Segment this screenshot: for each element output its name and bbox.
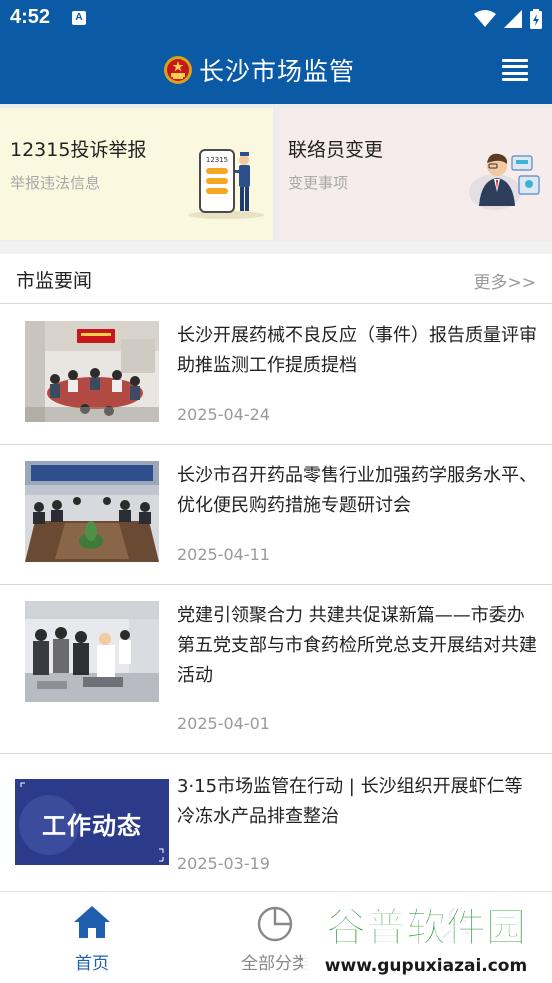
phone-officer-illustration: 12315 xyxy=(188,149,264,219)
nav-home[interactable]: 首页 xyxy=(32,892,152,983)
battery-icon xyxy=(530,9,542,29)
businessman-illustration xyxy=(469,153,540,210)
app-title: 长沙市场监管 xyxy=(199,57,356,86)
menu-icon[interactable] xyxy=(502,59,528,81)
card-subtitle: 举报违法信息 xyxy=(10,174,101,192)
news-title: 3·15市场监管在行动 | 长沙组织开展虾仁等冷冻水产品排查整治 xyxy=(177,776,523,827)
status-time: 4:52 xyxy=(10,6,51,28)
complaint-card[interactable]: 12315投诉举报 举报违法信息 12315 xyxy=(0,108,273,240)
watermark-url: www.gupuxiazai.com xyxy=(325,956,527,976)
watermark-title: 谷普软件园 xyxy=(326,905,526,951)
banner-text: 工作动态 xyxy=(42,811,142,840)
news-section-header: 市监要闻 更多>> xyxy=(0,254,552,304)
news-date: 2025-04-11 xyxy=(177,545,270,564)
news-date: 2025-03-19 xyxy=(177,854,270,873)
news-date: 2025-04-01 xyxy=(177,714,270,733)
pie-chart-icon xyxy=(257,906,293,942)
status-icons xyxy=(474,8,542,30)
phone-screen-text: 12315 xyxy=(206,156,228,164)
news-title: 长沙市召开药品零售行业加强药学服务水平、优化便民购药措施专题研讨会 xyxy=(177,465,537,516)
nav-label: 首页 xyxy=(75,954,109,974)
national-emblem-icon xyxy=(164,56,192,84)
header-title-group: 长沙市场监管 xyxy=(163,52,355,88)
signal-icon xyxy=(504,10,522,28)
news-title: 党建引领聚合力 共建共促谋新篇——市委办第五党支部与市食药检所党总支开展结对共建… xyxy=(177,605,537,686)
liaison-change-card[interactable]: 联络员变更 变更事项 xyxy=(279,108,552,240)
notification-icon: A xyxy=(72,11,86,25)
news-item[interactable]: 党建引领聚合力 共建共促谋新篇——市委办第五党支部与市食药检所党总支开展结对共建… xyxy=(0,585,552,754)
news-item[interactable]: 长沙开展药械不良反应（事件）报告质量评审助推监测工作提质提档 2025-04-2… xyxy=(0,305,552,445)
watermark: 谷普软件园 www.gupuxiazai.com xyxy=(303,893,550,981)
news-item[interactable]: 长沙市召开药品零售行业加强药学服务水平、优化便民购药措施专题研讨会 2025-0… xyxy=(0,445,552,585)
work-dynamics-banner: 工作动态 xyxy=(15,779,169,865)
home-icon xyxy=(74,906,110,938)
laboratory-visit-photo xyxy=(25,601,159,702)
conference-room-photo xyxy=(25,321,159,422)
wifi-icon xyxy=(474,10,496,27)
news-title: 长沙开展药械不良反应（事件）报告质量评审助推监测工作提质提档 xyxy=(177,325,537,376)
section-gap xyxy=(0,242,552,254)
news-date: 2025-04-24 xyxy=(177,405,270,424)
watermark-logo: 谷普软件园 www.gupuxiazai.com xyxy=(303,893,550,981)
status-bar: 4:52 A xyxy=(0,0,552,38)
section-title: 市监要闻 xyxy=(16,270,93,292)
app-header: 长沙市场监管 xyxy=(0,38,552,104)
card-title: 12315投诉举报 xyxy=(10,139,147,161)
card-title: 联络员变更 xyxy=(288,139,384,161)
quick-cards: 12315投诉举报 举报违法信息 12315 联络员变更 变更事项 xyxy=(0,104,552,242)
news-item[interactable]: 工作动态 3·15市场监管在行动 | 长沙组织开展虾仁等冷冻水产品排查整治 20… xyxy=(0,754,552,891)
meeting-table-photo xyxy=(25,461,159,562)
more-link[interactable]: 更多>> xyxy=(474,268,537,293)
card-subtitle: 变更事项 xyxy=(288,174,349,192)
